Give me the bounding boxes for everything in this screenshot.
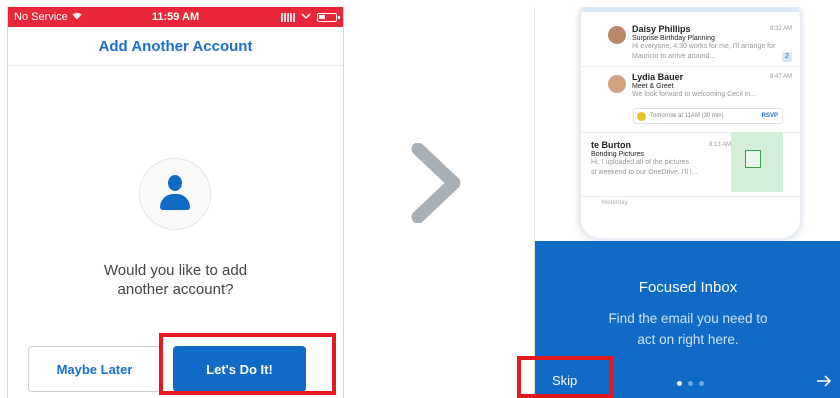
rsvp-button: RSVP <box>761 113 778 119</box>
email-subject: Bonding Pictures <box>591 151 644 158</box>
email-preview: Hi, I uploaded all of the pictures st we… <box>591 159 698 176</box>
email-time: 8:13 AM <box>708 142 731 148</box>
person-icon <box>160 175 190 213</box>
wifi-icon <box>72 11 82 23</box>
email-preview: Hi everyone, 4:30 works for me, I'll arr… <box>632 43 776 60</box>
avatar <box>608 26 626 44</box>
page-dot-active <box>677 381 682 386</box>
highlight-box-lets-do-it <box>159 333 336 395</box>
email-subject: Meet & Greet <box>632 83 674 90</box>
list-item: Daisy Phillips Surprise Birthday Plannin… <box>632 24 792 62</box>
carrier: No Service <box>14 11 82 23</box>
chevron-right-icon <box>411 143 461 223</box>
carrier-label: No Service <box>14 11 68 23</box>
chevron-down-icon <box>301 11 311 23</box>
email-sender: Daisy Phillips <box>632 24 691 34</box>
phone-preview: Daisy Phillips Surprise Birthday Plannin… <box>578 7 803 241</box>
status-bar: No Service 11:59 AM <box>8 7 343 27</box>
page-dot <box>699 381 704 386</box>
calendar-icon <box>637 111 646 121</box>
highlight-box-skip <box>517 356 613 398</box>
email-time: 8:47 AM <box>769 74 792 80</box>
event-pill: Tomorrow at 11AM (30 min) RSVP <box>633 108 783 124</box>
event-time: Tomorrow at 11AM (30 min) <box>650 113 724 119</box>
file-attachment-card <box>731 132 783 192</box>
focused-inbox-screen: Daisy Phillips Surprise Birthday Plannin… <box>534 7 840 398</box>
page-title: Add Another Account <box>8 27 343 66</box>
preview-topbar <box>581 7 800 12</box>
message-count-badge: 2 <box>782 52 792 62</box>
avatar <box>139 158 211 230</box>
page-indicator <box>677 381 704 386</box>
maybe-later-button[interactable]: Maybe Later <box>28 346 161 392</box>
signal-icon <box>281 12 295 22</box>
document-icon <box>745 150 761 168</box>
email-preview: We look forward to welcoming Cecil in... <box>632 91 756 98</box>
email-subject: Surprise Birthday Planning <box>632 35 715 42</box>
email-time: 9:32 AM <box>769 26 792 32</box>
list-item: te Burton Bonding Pictures Hi, I uploade… <box>591 140 731 178</box>
panel-description: Find the email you need to act on right … <box>608 311 768 347</box>
panel-title: Focused Inbox <box>638 279 738 296</box>
arrow-right-icon[interactable] <box>816 374 832 392</box>
page-dot <box>688 381 693 386</box>
section-label: Yesterday <box>601 200 628 206</box>
email-sender: Lydia Bauer <box>632 72 684 82</box>
avatar <box>608 75 626 93</box>
list-item: Lydia Bauer Meet & Greet We look forward… <box>632 72 792 100</box>
battery-icon <box>317 12 340 22</box>
divider <box>581 196 800 197</box>
add-account-question: Would you like to add another account? <box>103 262 248 298</box>
divider <box>581 66 800 67</box>
